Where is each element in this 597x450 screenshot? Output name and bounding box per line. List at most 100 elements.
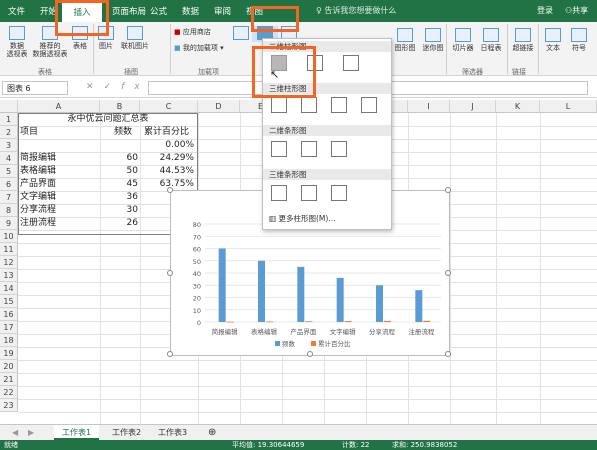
select-all-corner[interactable] [0,100,18,113]
cell-frequency[interactable]: 26 [102,217,138,230]
row-header[interactable]: 13 [0,269,18,282]
slicer-button[interactable]: 切片器 [450,28,476,52]
cell-frequency[interactable]: 30 [102,204,138,217]
cell-item[interactable]: 产品界面 [20,178,56,191]
cell-frequency[interactable]: 60 [102,152,138,165]
cell-cumulative[interactable]: 44.53% [142,165,194,178]
column-header[interactable]: C [140,100,198,113]
row-header[interactable]: 3 [0,139,18,152]
row-header[interactable]: 15 [0,295,18,308]
column-header[interactable]: L [540,100,597,113]
clustered-bar-icon[interactable] [271,141,287,157]
100-stacked-bar-icon[interactable] [331,141,347,157]
tell-me-box[interactable]: ♀ 告诉我您想要做什么 [316,5,396,16]
name-box[interactable]: 图表 6 [2,81,68,95]
row-header[interactable]: 22 [0,386,18,399]
3d-clustered-column-icon[interactable] [271,97,287,113]
my-addins-button[interactable]: ■ 我的加载项 ▾ [174,44,224,52]
tab-formulas[interactable]: 公式 [150,5,167,17]
symbol-button[interactable]: 符号 [568,28,590,52]
pivot-table-button[interactable]: 数据 透视表 [4,26,30,58]
row-header[interactable]: 5 [0,165,18,178]
3d-clustered-bar-icon[interactable] [271,185,287,201]
row-header[interactable]: 6 [0,178,18,191]
online-picture-button[interactable]: 联机图片 [118,26,152,50]
cell-frequency[interactable]: 36 [102,191,138,204]
row-header[interactable]: 17 [0,321,18,334]
3d-100-stacked-bar-icon[interactable] [331,185,347,201]
stacked-bar-icon[interactable] [301,141,317,157]
cell-frequency[interactable]: 50 [102,165,138,178]
3d-stacked-column-icon[interactable] [301,97,317,113]
row-header[interactable]: 8 [0,204,18,217]
share-button[interactable]: ⚇共享 [565,5,588,16]
row-header[interactable]: 18 [0,334,18,347]
fx-icon[interactable]: fx [121,82,150,92]
hyperlink-button[interactable]: 超链接 [510,28,536,52]
row-header[interactable]: 7 [0,191,18,204]
sheet-tab-2[interactable]: 工作表2 [104,425,149,440]
cancel-icon[interactable]: ✕ [86,82,104,92]
resize-handle[interactable] [445,351,451,357]
header-frequency[interactable]: 频数 [114,126,132,139]
text-button[interactable]: 文本 [542,28,564,52]
3d-column-icon[interactable] [361,97,377,113]
3d-stacked-bar-icon[interactable] [301,185,317,201]
resize-handle[interactable] [445,187,451,193]
row-header[interactable]: 20 [0,360,18,373]
sheet-title[interactable]: 永中优云问题汇总表 [20,113,196,126]
column-header[interactable]: I [408,100,450,113]
resize-handle[interactable] [167,351,173,357]
cell-c3[interactable]: 0.00% [142,139,194,152]
group-label-illustrations: 插图 [124,68,138,76]
confirm-icon[interactable]: ✓ [104,82,122,92]
login-link[interactable]: 登录 [537,5,553,16]
row-header[interactable]: 10 [0,230,18,243]
row-header[interactable]: 23 [0,399,18,412]
timeline-button[interactable]: 日程表 [478,28,504,52]
cell-frequency[interactable]: 45 [102,178,138,191]
pivot-chart-button[interactable]: 图形图 [394,28,416,52]
column-header[interactable]: D [198,100,240,113]
row-header[interactable]: 11 [0,243,18,256]
resize-handle[interactable] [307,351,313,357]
sheet-tab-1[interactable]: 工作表1 [54,425,100,440]
cell-item[interactable]: 表格编辑 [20,165,56,178]
column-header[interactable]: A [18,100,100,113]
cell-item[interactable]: 分享流程 [20,204,56,217]
cell-cumulative[interactable]: 24.29% [142,152,194,165]
next-sheet-icon[interactable]: ▶ [20,425,42,440]
header-cumulative[interactable]: 累计百分比 [144,126,189,139]
tab-data[interactable]: 数据 [182,5,199,17]
cell-item[interactable]: 简报编辑 [20,152,56,165]
tab-file[interactable]: 文件 [8,5,25,17]
tab-review[interactable]: 审阅 [214,5,231,17]
row-header[interactable]: 2 [0,126,18,139]
recommended-charts-button[interactable] [230,26,252,42]
app-store-button[interactable]: ■ 应用商店 [174,28,211,36]
cell-item[interactable]: 注册流程 [20,217,56,230]
resize-handle[interactable] [167,187,173,193]
row-header[interactable]: 16 [0,308,18,321]
add-sheet-icon[interactable]: ⊕ [200,425,224,440]
resize-handle[interactable] [167,270,173,276]
row-header[interactable]: 19 [0,347,18,360]
row-header[interactable]: 4 [0,152,18,165]
tab-page-layout[interactable]: 页面布局 [112,5,146,17]
row-header[interactable]: 21 [0,373,18,386]
more-column-charts-link[interactable]: ▥ 更多柱形图(M)... [269,213,335,224]
header-item[interactable]: 项目 [20,126,38,139]
column-header[interactable]: J [450,100,496,113]
row-header[interactable]: 1 [0,113,18,126]
100-stacked-column-icon[interactable] [343,55,359,71]
resize-handle[interactable] [445,270,451,276]
cell-item[interactable]: 文字编辑 [20,191,56,204]
sparkline-button[interactable]: 迷你图 [422,28,444,52]
3d-100-stacked-column-icon[interactable] [331,97,347,113]
column-header[interactable]: B [100,100,140,113]
row-header[interactable]: 14 [0,282,18,295]
column-header[interactable]: K [496,100,540,113]
row-header[interactable]: 12 [0,256,18,269]
row-header[interactable]: 9 [0,217,18,230]
sheet-tab-3[interactable]: 工作表3 [150,425,195,440]
